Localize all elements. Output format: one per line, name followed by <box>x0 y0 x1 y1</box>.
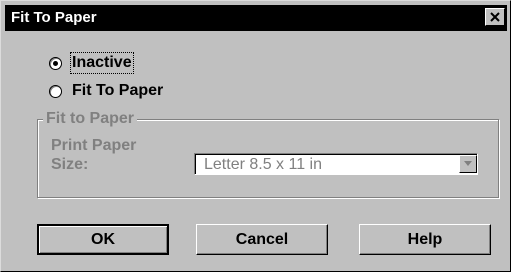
radio-fit-to-paper-label: Fit To Paper <box>72 82 164 99</box>
close-button[interactable] <box>485 8 505 26</box>
paper-size-dropdown-button[interactable] <box>459 155 477 173</box>
print-paper-size-label-line2: Size: <box>51 156 89 173</box>
cancel-button[interactable]: Cancel <box>196 224 328 255</box>
radio-inactive-label: Inactive <box>70 52 134 74</box>
paper-size-combobox[interactable]: Letter 8.5 x 11 in <box>194 153 478 175</box>
dialog-window: Fit To Paper Inactive Fit To Paper Fit t… <box>0 0 511 272</box>
radio-fit-to-paper[interactable]: Fit To Paper <box>49 81 163 101</box>
radio-inactive-indicator[interactable] <box>49 56 62 70</box>
print-paper-size-label-line1: Print Paper <box>51 137 137 154</box>
paper-size-combobox-frame: Letter 8.5 x 11 in <box>195 154 477 174</box>
group-legend: Fit to Paper <box>43 110 138 128</box>
paper-size-value: Letter 8.5 x 11 in <box>204 156 322 173</box>
close-icon <box>490 12 500 22</box>
radio-inactive[interactable]: Inactive <box>49 52 134 74</box>
ok-button[interactable]: OK <box>37 224 169 255</box>
title-bar[interactable]: Fit To Paper <box>5 5 507 31</box>
chevron-down-icon <box>464 161 472 166</box>
dialog-title: Fit To Paper <box>11 9 97 26</box>
help-button[interactable]: Help <box>359 224 491 255</box>
radio-fit-to-paper-indicator[interactable] <box>49 84 62 98</box>
print-paper-size-label: Print Paper Size: <box>51 136 171 174</box>
